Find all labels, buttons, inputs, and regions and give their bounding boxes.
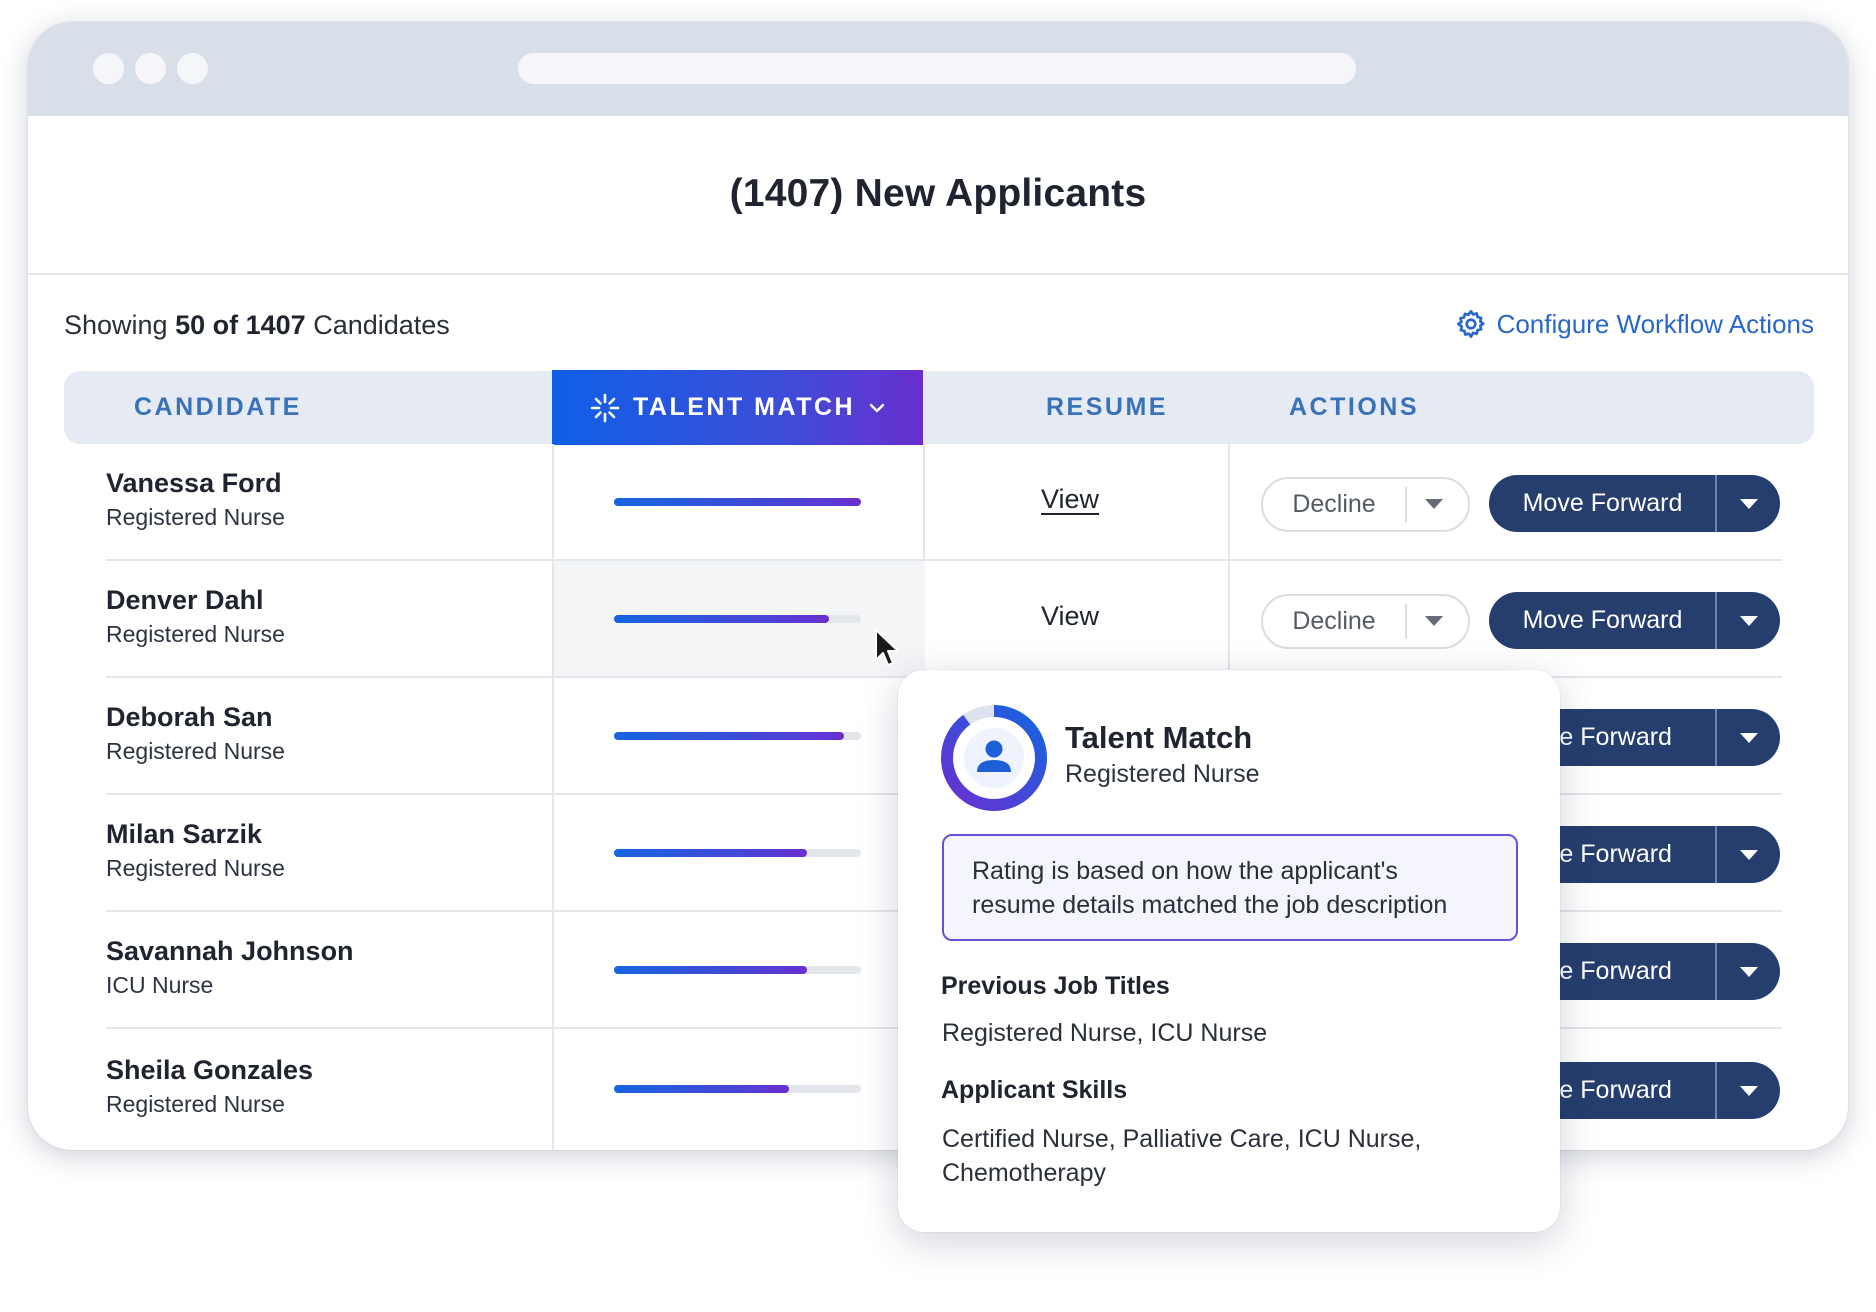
candidate-role: Registered Nurse	[106, 855, 285, 881]
window-dot-maximize[interactable]	[177, 53, 208, 84]
move-forward-dropdown-caret-icon[interactable]	[1740, 967, 1758, 977]
column-header-talent-match[interactable]: TALENT MATCH	[552, 370, 923, 445]
configure-label: Configure Workflow Actions	[1496, 308, 1814, 339]
talent-match-bar	[614, 849, 861, 857]
candidate-role: Registered Nurse	[106, 621, 285, 647]
window-dot-close[interactable]	[93, 53, 124, 84]
talent-match-cell[interactable]	[554, 444, 925, 559]
applicant-skills: Certified Nurse, Palliative Care, ICU Nu…	[942, 1125, 1422, 1187]
address-bar[interactable]	[518, 53, 1356, 84]
move-forward-divider	[1715, 1062, 1717, 1119]
move-forward-button-group[interactable]: Move Forward	[1489, 592, 1780, 649]
talent-match-bar-fill	[614, 1085, 790, 1093]
talent-match-bar	[614, 966, 861, 974]
move-forward-divider	[1715, 592, 1717, 649]
candidate-role: Registered Nurse	[106, 1091, 285, 1117]
sparkle-icon	[590, 393, 620, 422]
decline-button[interactable]: Decline	[1263, 479, 1405, 530]
gear-icon	[1456, 310, 1485, 338]
candidate-name[interactable]: Savannah Johnson	[106, 936, 354, 967]
candidate-name[interactable]: Vanessa Ford	[106, 468, 282, 499]
showing-prefix: Showing	[64, 310, 168, 340]
decline-dropdown-caret-icon[interactable]	[1425, 499, 1443, 509]
candidate-role: Registered Nurse	[106, 738, 285, 764]
decline-button-group[interactable]: Decline	[1261, 594, 1470, 649]
popover-title: Talent Match	[1065, 720, 1253, 755]
rating-explanation: Rating is based on how the applicant's r…	[942, 834, 1518, 941]
talent-match-bar	[614, 1085, 861, 1093]
talent-match-label: TALENT MATCH	[633, 393, 856, 421]
decline-button[interactable]: Decline	[1263, 596, 1405, 647]
page-title: (1407) New Applicants	[729, 172, 1147, 215]
candidate-role: Registered Nurse	[106, 504, 285, 530]
talent-match-cell[interactable]	[554, 561, 925, 676]
table-row[interactable]: Vanessa Ford Registered Nurse View Decline M…	[28, 444, 1848, 561]
move-forward-divider	[1715, 826, 1717, 883]
move-forward-dropdown-caret-icon[interactable]	[1740, 1086, 1758, 1096]
title-divider	[28, 273, 1848, 275]
showing-suffix: Candidates	[313, 310, 450, 340]
table-row[interactable]: Denver Dahl Registered Nurse View Decline Mo…	[28, 561, 1848, 678]
move-forward-dropdown-caret-icon[interactable]	[1740, 850, 1758, 860]
candidate-name[interactable]: Sheila Gonzales	[106, 1055, 313, 1086]
move-forward-divider	[1715, 475, 1717, 532]
configure-workflow-actions-link[interactable]: Configure Workflow Actions	[1455, 308, 1814, 340]
move-forward-button-group[interactable]: Move Forward	[1489, 475, 1780, 532]
window-dot-minimize[interactable]	[135, 53, 166, 84]
candidate-name[interactable]: Deborah San	[106, 702, 273, 733]
column-header-resume[interactable]: RESUME	[1046, 371, 1168, 444]
decline-divider	[1405, 604, 1407, 639]
resume-view-link[interactable]: View	[1041, 484, 1099, 515]
popover-subtitle: Registered Nurse	[1065, 760, 1260, 788]
talent-match-bar	[614, 615, 861, 623]
talent-match-bar	[614, 732, 861, 740]
talent-match-bar-fill	[614, 849, 807, 857]
candidate-role: ICU Nurse	[106, 972, 214, 998]
talent-match-popover: Talent Match Registered Nurse Rating is …	[898, 670, 1560, 1232]
browser-chrome	[28, 22, 1848, 116]
move-forward-dropdown-caret-icon[interactable]	[1740, 733, 1758, 743]
talent-match-bar-fill	[614, 966, 807, 974]
previous-job-titles-heading: Previous Job Titles	[941, 972, 1170, 1000]
move-forward-dropdown-caret-icon[interactable]	[1740, 616, 1758, 626]
chevron-down-icon	[869, 403, 885, 412]
move-forward-button[interactable]: Move Forward	[1489, 475, 1716, 532]
talent-match-bar-fill	[614, 732, 844, 740]
applicant-skills-heading: Applicant Skills	[941, 1076, 1128, 1104]
talent-match-bar	[614, 498, 861, 506]
talent-match-cell[interactable]	[554, 912, 925, 1027]
move-forward-divider	[1715, 709, 1717, 766]
move-forward-button[interactable]: Move Forward	[1489, 592, 1716, 649]
resume-view-link[interactable]: View	[1041, 601, 1099, 632]
talent-match-ring-icon	[941, 705, 1047, 811]
talent-match-bar-fill	[614, 615, 829, 623]
column-header-candidate[interactable]: CANDIDATE	[134, 371, 302, 444]
move-forward-divider	[1715, 943, 1717, 1000]
move-forward-dropdown-caret-icon[interactable]	[1740, 499, 1758, 509]
talent-match-cell[interactable]	[554, 1031, 925, 1146]
table-header: CANDIDATE TALENT MATCH RESUME ACTIONS	[64, 370, 1814, 445]
showing-count: Showing 50 of 1407 Candidates	[64, 310, 450, 341]
candidate-name[interactable]: Milan Sarzik	[106, 819, 262, 850]
talent-match-cell[interactable]	[554, 678, 925, 793]
previous-job-titles: Registered Nurse, ICU Nurse	[942, 1019, 1268, 1047]
decline-divider	[1405, 487, 1407, 522]
mouse-cursor-icon	[875, 629, 899, 666]
decline-button-group[interactable]: Decline	[1261, 477, 1470, 532]
showing-count-value: 50 of 1407	[175, 310, 306, 340]
talent-match-cell[interactable]	[554, 795, 925, 910]
talent-match-bar-fill	[614, 498, 861, 506]
column-header-actions: ACTIONS	[1289, 393, 1419, 421]
candidate-name[interactable]: Denver Dahl	[106, 585, 264, 616]
decline-dropdown-caret-icon[interactable]	[1425, 616, 1443, 626]
